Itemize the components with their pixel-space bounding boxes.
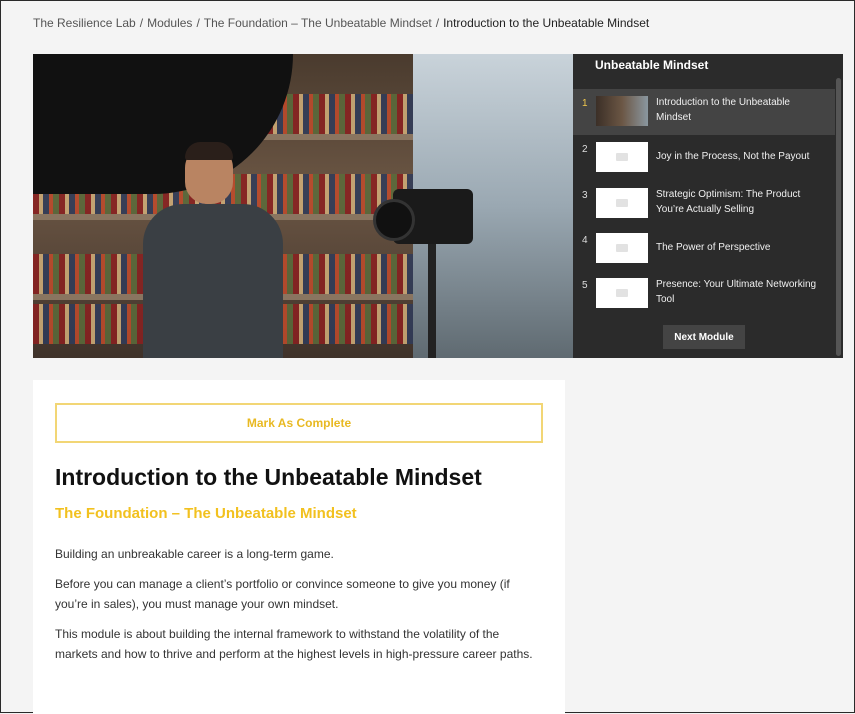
lesson-paragraph: Building an unbreakable career is a long… [55, 547, 334, 561]
playlist-thumbnail [596, 96, 648, 126]
playlist-thumbnail [596, 188, 648, 218]
playlist-thumbnail [596, 278, 648, 308]
lesson-title: Introduction to the Unbeatable Mindset [55, 464, 482, 490]
breadcrumb-link-resilience-lab[interactable]: The Resilience Lab [33, 16, 136, 30]
video-presenter [143, 142, 293, 358]
image-placeholder-icon [616, 244, 628, 252]
video-camera-lens [373, 199, 415, 241]
lesson-paragraph: Before you can manage a client’s portfol… [55, 577, 510, 611]
playlist-item-label: Joy in the Process, Not the Payout [656, 151, 810, 162]
module-subtitle: The Foundation – The Unbeatable Mindset [55, 505, 357, 522]
breadcrumb-separator: / [139, 16, 144, 30]
presenter-torso [143, 204, 283, 358]
presenter-hair [185, 142, 233, 160]
playlist-title: Unbeatable Mindset [595, 58, 709, 72]
playlist-item-number: 5 [582, 280, 588, 291]
playlist-item-3[interactable]: 3 Strategic Optimism: The Product You’re… [573, 181, 835, 227]
mark-as-complete-button[interactable]: Mark As Complete [55, 403, 543, 443]
next-module-button[interactable]: Next Module [663, 325, 745, 349]
breadcrumb-separator: / [196, 16, 200, 30]
playlist-item-label: The Power of Perspective [656, 242, 771, 253]
playlist-item-label: Strategic Optimism: The Product You’re A… [656, 189, 801, 215]
playlist-item-5[interactable]: 5 Presence: Your Ultimate Networking Too… [573, 271, 835, 317]
playlist-item-label: Presence: Your Ultimate Networking Tool [656, 279, 817, 305]
video-player[interactable] [33, 54, 573, 358]
breadcrumb-separator: / [435, 16, 440, 30]
playlist-thumbnail [596, 142, 648, 172]
playlist-item-label: Introduction to the Unbeatable Mindset [656, 97, 790, 123]
playlist-scrollbar[interactable] [836, 78, 841, 356]
breadcrumb-current: Introduction to the Unbeatable Mindset [443, 16, 650, 30]
video-tripod [428, 244, 436, 358]
image-placeholder-icon [616, 153, 628, 161]
playlist-item-2[interactable]: 2 Joy in the Process, Not the Payout [573, 135, 835, 181]
breadcrumb-link-modules[interactable]: Modules [147, 16, 192, 30]
lesson-content: Mark As Complete Introduction to the Unb… [33, 380, 565, 714]
lesson-body: Building an unbreakable career is a long… [55, 544, 545, 674]
lesson-playlist: Unbeatable Mindset 1 Introduction to the… [573, 54, 843, 358]
playlist-item-4[interactable]: 4 The Power of Perspective [573, 226, 835, 272]
breadcrumb-link-foundation[interactable]: The Foundation – The Unbeatable Mindset [204, 16, 432, 30]
image-placeholder-icon [616, 199, 628, 207]
playlist-item-1[interactable]: 1 Introduction to the Unbeatable Mindset [573, 89, 835, 135]
breadcrumb: The Resilience Lab / Modules / The Foundatio… [33, 16, 649, 30]
lesson-paragraph: This module is about building the intern… [55, 627, 533, 661]
playlist-item-number: 1 [582, 98, 588, 109]
playlist-thumbnail [596, 233, 648, 263]
image-placeholder-icon [616, 289, 628, 297]
playlist-item-number: 4 [582, 235, 588, 246]
playlist-item-number: 3 [582, 190, 588, 201]
playlist-item-number: 2 [582, 144, 588, 155]
